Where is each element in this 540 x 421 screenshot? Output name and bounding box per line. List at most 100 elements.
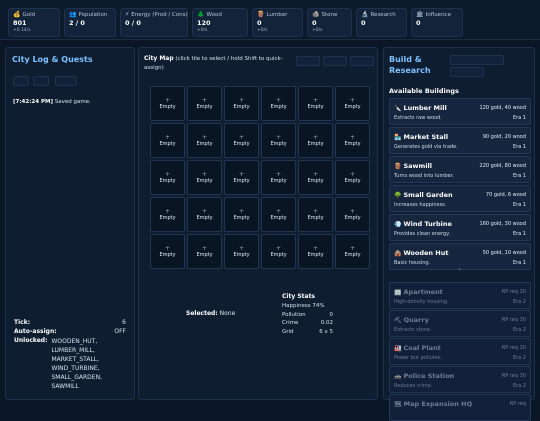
map-tile[interactable]: + Empty: [261, 160, 296, 195]
map-tile[interactable]: + Empty: [335, 86, 370, 121]
building-card-map-expansion-hq[interactable]: 🗺 Map Expansion HQ RP req: [389, 394, 531, 421]
log-filter-button-2[interactable]: [33, 76, 49, 86]
building-card-sawmill[interactable]: 🪵 Sawmill Turns wood into lumber. 220 gold,…: [389, 156, 531, 183]
map-tile[interactable]: + Empty: [187, 160, 222, 195]
map-tile[interactable]: + Empty: [150, 86, 185, 121]
map-tile[interactable]: + Empty: [261, 197, 296, 232]
map-tile[interactable]: + Empty: [224, 234, 259, 269]
map-tile[interactable]: + Empty: [298, 234, 333, 269]
tile-label: Empty: [233, 177, 250, 184]
resource-rate: +0/s: [197, 28, 208, 33]
resource-rate: +0.14/s: [13, 28, 31, 33]
plus-icon: +: [201, 96, 208, 104]
plus-icon: +: [201, 170, 208, 178]
map-tile[interactable]: + Empty: [187, 234, 222, 269]
building-name: Wind Turbine: [403, 220, 452, 228]
tile-label: Empty: [233, 251, 250, 258]
plus-icon: +: [312, 207, 319, 215]
plus-icon: +: [312, 96, 319, 104]
map-tile[interactable]: + Empty: [150, 197, 185, 232]
building-card-wooden-hut[interactable]: 🛖 Wooden Hut Basic housing. 50 gold, 10 woo…: [389, 243, 531, 270]
plus-icon: +: [164, 207, 171, 215]
tile-label: Empty: [270, 251, 287, 258]
building-card-apartment[interactable]: 🏢 Apartment High-density housing. RP req 30…: [389, 282, 531, 309]
map-tile[interactable]: + Empty: [224, 197, 259, 232]
map-tile[interactable]: + Empty: [298, 160, 333, 195]
building-era: Era 1: [512, 202, 526, 208]
resource-lumber: 🪵 Lumber 0 +0/s: [252, 8, 303, 37]
tile-label: Empty: [307, 214, 324, 221]
stats-grid-label: Grid: [282, 328, 294, 335]
map-button-1[interactable]: [296, 56, 320, 66]
resource-value: 0: [312, 19, 317, 27]
coal-plant-icon: 🏭: [394, 345, 402, 352]
plus-icon: +: [238, 96, 245, 104]
map-tile[interactable]: + Empty: [298, 86, 333, 121]
plus-icon: +: [349, 96, 356, 104]
map-button-2[interactable]: [323, 56, 347, 66]
map-tile[interactable]: + Empty: [335, 160, 370, 195]
map-tile[interactable]: + Empty: [187, 86, 222, 121]
resource-label: Research: [370, 12, 396, 18]
map-tile[interactable]: + Empty: [335, 234, 370, 269]
map-tile[interactable]: + Empty: [298, 197, 333, 232]
building-card-wind-turbine[interactable]: 💨 Wind Turbine Provides clean energy. 160 g…: [389, 214, 531, 241]
map-tile[interactable]: + Empty: [298, 123, 333, 158]
tile-label: Empty: [233, 214, 250, 221]
resource-influence: 🏛 Influence 0: [411, 8, 463, 37]
city-map-header: City Map (click tile to select / hold Sh…: [144, 54, 294, 73]
map-tile[interactable]: + Empty: [261, 234, 296, 269]
building-name: Small Garden: [403, 191, 453, 199]
map-button-3[interactable]: [350, 56, 374, 66]
building-card-market-stall[interactable]: 🏪 Market Stall Generates gold via trade. 90…: [389, 127, 531, 154]
map-tile[interactable]: + Empty: [150, 123, 185, 158]
market-stall-icon: 🏪: [394, 134, 402, 141]
map-tile[interactable]: + Empty: [224, 123, 259, 158]
tile-label: Empty: [344, 177, 361, 184]
city-map-title: City Map: [144, 55, 174, 62]
tile-label: Empty: [159, 214, 176, 221]
resource-value: 0: [416, 19, 421, 27]
building-card-police-station[interactable]: 🚓 Police Station Reduces crime. RP req 30 Er…: [389, 366, 531, 393]
map-tile[interactable]: + Empty: [335, 123, 370, 158]
building-card-lumber-mill[interactable]: 🔪 Lumber Mill Extracts raw wood. 120 gold, …: [389, 98, 531, 125]
log-filter-button-1[interactable]: [13, 76, 29, 86]
resource-label: Population: [78, 12, 108, 18]
building-name: Apartment: [403, 288, 443, 296]
tile-label: Empty: [233, 103, 250, 110]
city-map-panel: City Map (click tile to select / hold Sh…: [138, 47, 378, 400]
tile-label: Empty: [307, 103, 324, 110]
city-log-panel: City Log & Quests [7:42:24 PM] Saved gam…: [5, 47, 135, 400]
panel-option-button[interactable]: [450, 67, 484, 77]
building-card-coal-plant[interactable]: 🏭 Coal Plant Power but pollutes. RP req 30 E…: [389, 338, 531, 365]
plus-icon: +: [164, 96, 171, 104]
tile-label: Empty: [159, 251, 176, 258]
unlocked-label: Unlocked:: [14, 337, 48, 344]
map-tile[interactable]: + Empty: [187, 123, 222, 158]
map-tile[interactable]: + Empty: [335, 197, 370, 232]
map-tile[interactable]: + Empty: [224, 86, 259, 121]
map-tile[interactable]: + Empty: [261, 86, 296, 121]
plus-icon: +: [201, 207, 208, 215]
map-tile[interactable]: + Empty: [187, 197, 222, 232]
resource-label: Lumber: [266, 12, 288, 18]
lumber-icon: 🪵: [257, 11, 265, 18]
map-tile[interactable]: + Empty: [224, 160, 259, 195]
autoassign-label: Auto-assign:: [14, 328, 57, 335]
map-tile[interactable]: + Empty: [261, 123, 296, 158]
resource-bar: 💰 Gold 801 +0.14/s 👥 Population 2 / 0 ⚡ Energy (…: [0, 0, 540, 40]
tile-label: Empty: [196, 177, 213, 184]
building-description: Basic housing.: [394, 260, 431, 266]
map-tile[interactable]: + Empty: [150, 234, 185, 269]
log-filter-button-3[interactable]: [55, 76, 77, 86]
energy-icon: ⚡: [125, 11, 130, 18]
autoassign-value: OFF: [114, 328, 126, 335]
building-card-quarry[interactable]: ⛏ Quarry Extracts stone. RP req 30 Era 2: [389, 310, 531, 337]
building-era: Era 2: [512, 327, 526, 333]
panel-toggle-button[interactable]: [450, 55, 504, 65]
building-cost: 220 gold, 80 wood: [479, 163, 526, 169]
wind-turbine-icon: 💨: [394, 221, 402, 228]
map-tile[interactable]: + Empty: [150, 160, 185, 195]
building-card-small-garden[interactable]: 🌳 Small Garden Increases happiness. 70 gold…: [389, 185, 531, 212]
building-era: Era 1: [512, 260, 526, 266]
